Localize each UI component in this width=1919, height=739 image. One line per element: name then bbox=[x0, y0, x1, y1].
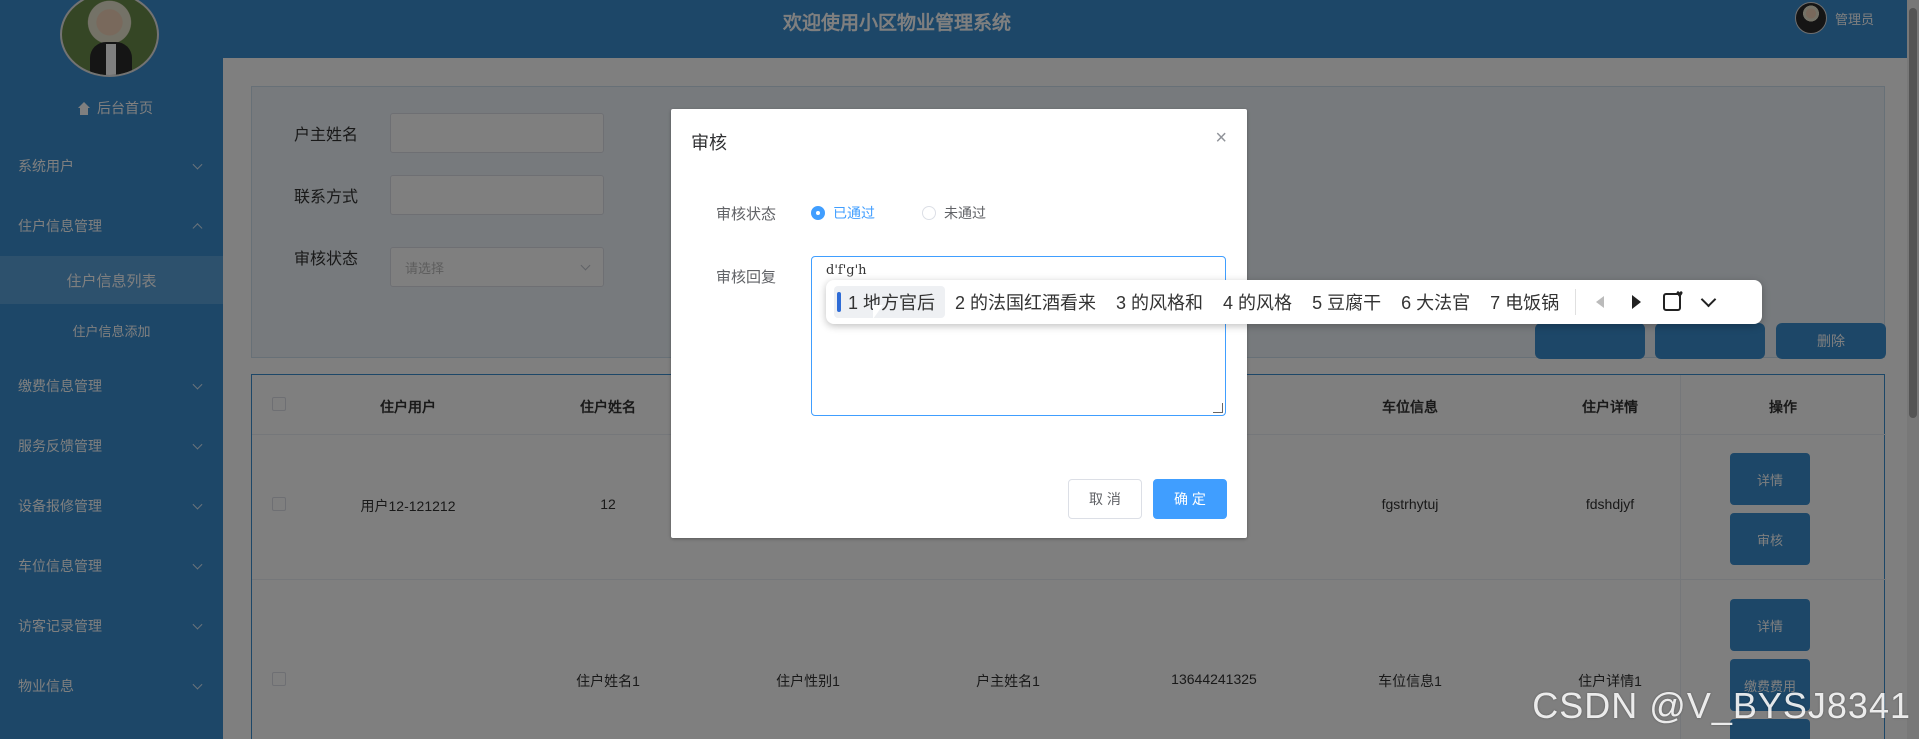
mouse-cursor-icon bbox=[872, 304, 884, 321]
radio-passed[interactable]: 已通过 bbox=[811, 203, 875, 223]
radio-unchecked-icon bbox=[922, 206, 936, 220]
radio-checked-icon bbox=[811, 206, 825, 220]
ime-divider bbox=[1575, 289, 1577, 315]
audit-reply-label: 审核回复 bbox=[716, 269, 777, 286]
reply-text: d'f'g'h bbox=[826, 263, 867, 278]
triangle-left-icon bbox=[1596, 296, 1605, 308]
ime-expand-button[interactable] bbox=[1690, 286, 1726, 318]
ime-favorite-button[interactable] bbox=[1654, 286, 1690, 318]
ime-candidate[interactable]: 3 的风格和 bbox=[1106, 286, 1213, 318]
ime-candidate[interactable]: 2 的法国红酒看来 bbox=[945, 286, 1106, 318]
ime-candidate[interactable]: 6 大法官 bbox=[1391, 286, 1480, 318]
ime-candidate-bar: 1 地方官后 2 的法国红酒看来 3 的风格和 4 的风格 5 豆腐干 6 大法… bbox=[826, 280, 1762, 324]
chevron-down-icon bbox=[1700, 291, 1716, 307]
favorite-icon bbox=[1663, 287, 1683, 311]
ime-candidate[interactable]: 7 电饭锅 bbox=[1480, 286, 1569, 318]
radio-failed-label: 未通过 bbox=[944, 205, 986, 221]
ime-prev-button[interactable] bbox=[1582, 286, 1618, 318]
radio-failed[interactable]: 未通过 bbox=[922, 203, 986, 223]
cancel-button[interactable]: 取 消 bbox=[1068, 479, 1142, 519]
close-icon[interactable]: × bbox=[1215, 127, 1227, 150]
dialog-title: 审核 bbox=[691, 133, 727, 153]
watermark: CSDN @V_BYSJ8341 bbox=[1532, 685, 1911, 726]
radio-passed-label: 已通过 bbox=[833, 205, 875, 221]
resize-handle-icon[interactable] bbox=[1213, 403, 1223, 413]
ime-candidate[interactable]: 5 豆腐干 bbox=[1302, 286, 1391, 318]
confirm-button[interactable]: 确 定 bbox=[1153, 479, 1227, 519]
ime-candidate[interactable]: 1 地方官后 bbox=[834, 286, 946, 318]
ime-candidate[interactable]: 4 的风格 bbox=[1213, 286, 1302, 318]
audit-status-label: 审核状态 bbox=[716, 206, 777, 223]
triangle-right-icon bbox=[1631, 295, 1641, 309]
ime-next-button[interactable] bbox=[1618, 286, 1654, 318]
